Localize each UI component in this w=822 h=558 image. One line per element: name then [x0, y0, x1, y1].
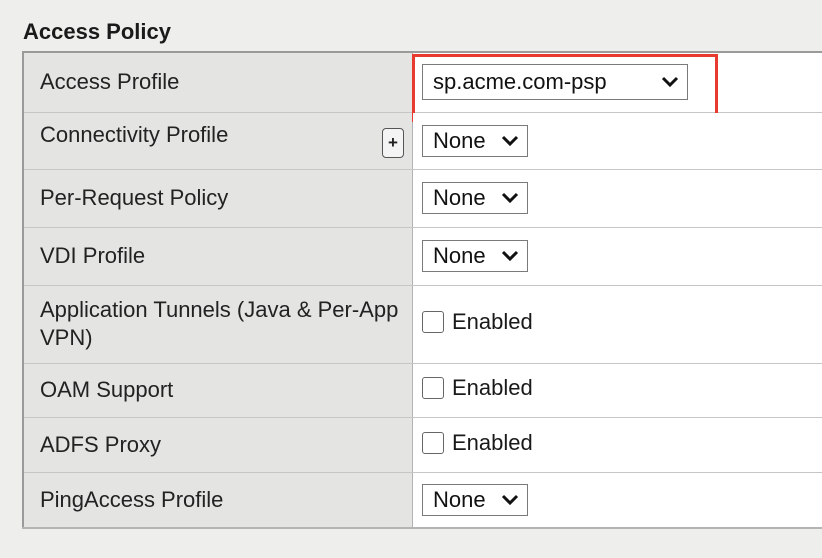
value-cell: None [412, 169, 822, 228]
row-per-request-policy: Per-Request Policy None [23, 169, 822, 228]
value-cell: None [412, 472, 822, 529]
access-policy-table: Access Profile sp.acme.com-psp Connectiv… [22, 51, 822, 529]
adfs-proxy-checkbox[interactable] [422, 431, 444, 454]
label-cell: Per-Request Policy [23, 169, 413, 228]
access-profile-label: Access Profile [40, 69, 180, 95]
label-cell: Application Tunnels (Java & Per-App VPN) [23, 285, 413, 364]
plus-icon: + [388, 132, 398, 152]
row-connectivity-profile: Connectivity Profile + None [23, 112, 822, 170]
value-cell: sp.acme.com-psp [412, 52, 822, 123]
connectivity-profile-value: None [433, 127, 486, 153]
row-application-tunnels: Application Tunnels (Java & Per-App VPN)… [23, 285, 822, 364]
chevron-down-icon [501, 135, 519, 146]
application-tunnels-label: Application Tunnels (Java & Per-App VPN) [40, 297, 399, 350]
value-cell: Enabled [412, 363, 822, 418]
row-adfs-proxy: ADFS Proxy Enabled [23, 417, 822, 473]
connectivity-profile-label: Connectivity Profile [40, 121, 229, 147]
pingaccess-profile-value: None [433, 486, 486, 512]
per-request-policy-select[interactable]: None [422, 182, 528, 214]
add-connectivity-profile-button[interactable]: + [382, 127, 404, 158]
adfs-proxy-label: ADFS Proxy [40, 431, 162, 457]
label-cell: ADFS Proxy [23, 417, 413, 473]
label-cell: Connectivity Profile + [23, 112, 413, 170]
chevron-down-icon [501, 250, 519, 262]
pingaccess-profile-label: PingAccess Profile [40, 486, 224, 512]
value-cell: Enabled [412, 285, 822, 364]
section-title: Access Policy [23, 19, 171, 44]
label-cell: VDI Profile [23, 227, 413, 286]
value-cell: Enabled [412, 417, 822, 473]
per-request-policy-value: None [433, 185, 486, 210]
value-cell: None [412, 112, 822, 170]
access-profile-select[interactable]: sp.acme.com-psp [422, 64, 688, 101]
row-pingaccess-profile: PingAccess Profile None [23, 472, 822, 529]
oam-support-label: OAM Support [40, 377, 174, 402]
label-cell: OAM Support [23, 363, 413, 418]
access-profile-value: sp.acme.com-psp [433, 69, 607, 95]
vdi-profile-value: None [433, 243, 486, 268]
chevron-down-icon [501, 192, 519, 204]
application-tunnels-option: Enabled [422, 309, 533, 335]
application-tunnels-checkbox[interactable] [422, 311, 444, 333]
pingaccess-profile-select[interactable]: None [422, 483, 528, 516]
row-access-profile: Access Profile sp.acme.com-psp [23, 52, 822, 123]
chevron-down-icon [501, 494, 519, 505]
adfs-proxy-checkbox-label[interactable]: Enabled [452, 430, 533, 456]
oam-support-option: Enabled [422, 375, 533, 401]
connectivity-profile-select[interactable]: None [422, 124, 528, 157]
chevron-down-icon [661, 77, 679, 88]
row-vdi-profile: VDI Profile None [23, 227, 822, 286]
label-cell: PingAccess Profile [23, 472, 413, 529]
oam-support-checkbox[interactable] [422, 377, 444, 399]
vdi-profile-select[interactable]: None [422, 240, 528, 272]
application-tunnels-checkbox-label[interactable]: Enabled [452, 309, 533, 335]
adfs-proxy-option: Enabled [422, 430, 533, 456]
vdi-profile-label: VDI Profile [40, 243, 146, 268]
oam-support-checkbox-label[interactable]: Enabled [452, 375, 533, 401]
label-cell: Access Profile [23, 52, 413, 113]
row-oam-support: OAM Support Enabled [23, 363, 822, 418]
per-request-policy-label: Per-Request Policy [40, 185, 229, 210]
value-cell: None [412, 227, 822, 286]
